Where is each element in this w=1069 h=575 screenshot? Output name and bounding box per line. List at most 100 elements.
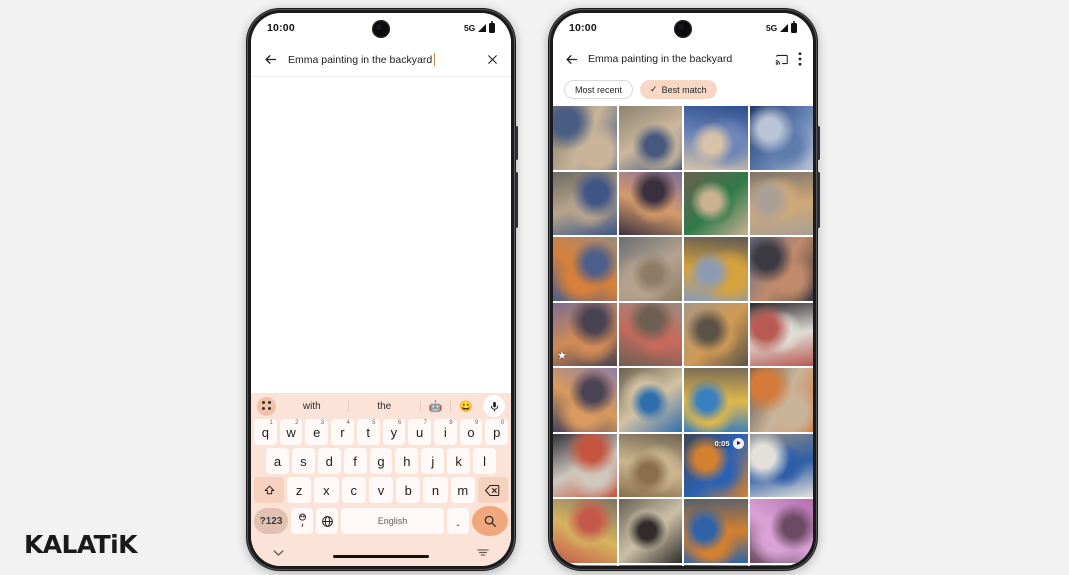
key-h[interactable]: h <box>395 448 419 474</box>
photo-grid-item[interactable] <box>749 433 813 497</box>
photo-grid-item[interactable] <box>618 564 682 566</box>
close-icon[interactable] <box>486 53 499 66</box>
suggestion-word-1[interactable]: with <box>276 400 349 412</box>
photo-thumbnail <box>749 499 813 563</box>
search-input-row[interactable]: Emma painting in the backyard <box>288 53 476 66</box>
keyboard-settings-icon[interactable] <box>477 544 489 562</box>
photo-grid-item[interactable] <box>553 564 617 566</box>
photo-grid-item[interactable] <box>749 106 813 170</box>
key-d[interactable]: d <box>317 448 341 474</box>
key-s[interactable]: s <box>291 448 315 474</box>
photo-grid-item[interactable] <box>553 499 617 563</box>
photo-grid-item[interactable] <box>684 237 748 301</box>
key-q[interactable]: q1 <box>254 419 277 445</box>
photo-grid-item[interactable] <box>749 171 813 235</box>
photo-grid-item[interactable] <box>618 302 682 366</box>
arrow-back-icon[interactable] <box>263 52 278 67</box>
filter-chip-best-match[interactable]: ✓ Best match <box>640 80 717 99</box>
chevron-down-icon[interactable] <box>273 544 284 562</box>
space-key[interactable]: English <box>341 508 444 534</box>
key-x[interactable]: x <box>314 477 339 503</box>
photo-grid-item[interactable] <box>749 302 813 366</box>
photo-grid-item[interactable] <box>684 106 748 170</box>
photo-grid-item[interactable] <box>618 171 682 235</box>
more-vert-icon[interactable] <box>798 52 802 66</box>
key-o[interactable]: o9 <box>459 419 483 445</box>
key-e[interactable]: e3 <box>305 419 329 445</box>
home-indicator[interactable] <box>333 555 429 558</box>
photo-grid-item[interactable] <box>618 106 682 170</box>
photo-grid-item[interactable] <box>684 368 748 432</box>
key-l[interactable]: l <box>473 448 497 474</box>
shift-up-icon[interactable] <box>254 477 284 503</box>
keyboard-row-4: ?123 English . <box>251 506 511 540</box>
photo-grid-item[interactable] <box>553 171 617 235</box>
key-f[interactable]: f <box>343 448 367 474</box>
suggestion-word-2[interactable]: the <box>349 400 421 412</box>
keyboard-row-3: zxcvbnm <box>251 477 511 506</box>
key-z[interactable]: z <box>287 477 312 503</box>
grid-apps-icon[interactable] <box>257 396 276 416</box>
photo-grid-item[interactable] <box>749 564 813 566</box>
power-button-right[interactable] <box>817 126 820 160</box>
photo-grid-item[interactable] <box>553 106 617 170</box>
key-y[interactable]: y6 <box>382 419 406 445</box>
globe-icon[interactable] <box>316 508 338 534</box>
filter-chip-most-recent[interactable]: Most recent <box>564 80 634 99</box>
text-caret <box>434 53 436 66</box>
key-number-hint: 2 <box>295 420 299 426</box>
key-w[interactable]: w2 <box>279 419 303 445</box>
power-button[interactable] <box>515 126 518 160</box>
suggestion-emoji-1[interactable]: 🤖 <box>421 399 451 413</box>
volume-button-right[interactable] <box>817 172 820 228</box>
photo-grid-item[interactable] <box>618 237 682 301</box>
photo-grid-item[interactable] <box>749 499 813 563</box>
key-m[interactable]: m <box>450 477 475 503</box>
photo-thumbnail <box>618 171 682 235</box>
photo-grid-item[interactable] <box>618 499 682 563</box>
key-n[interactable]: n <box>423 477 448 503</box>
photo-grid-item[interactable]: 0:05 <box>684 433 748 497</box>
volume-button[interactable] <box>515 172 518 228</box>
emoji-comma-icon[interactable] <box>291 508 313 534</box>
photo-grid-item[interactable] <box>618 433 682 497</box>
search-input-value: Emma painting in the backyard <box>288 53 433 66</box>
photo-grid-item[interactable] <box>553 433 617 497</box>
key-g[interactable]: g <box>369 448 393 474</box>
cast-icon[interactable] <box>775 53 789 66</box>
search-icon[interactable] <box>472 506 508 536</box>
key-t[interactable]: t5 <box>356 419 380 445</box>
photo-grid-item[interactable] <box>684 171 748 235</box>
photo-grid-item[interactable] <box>553 368 617 432</box>
photo-grid-item[interactable] <box>684 499 748 563</box>
suggestion-emoji-2[interactable]: 😀 <box>451 400 481 413</box>
key-v[interactable]: v <box>368 477 394 503</box>
backspace-icon[interactable] <box>477 477 508 503</box>
key-p[interactable]: p0 <box>485 419 509 445</box>
key-k[interactable]: k <box>447 448 471 474</box>
key-a[interactable]: a <box>266 448 289 474</box>
photo-grid-item[interactable] <box>618 368 682 432</box>
photo-grid-item[interactable] <box>684 564 748 566</box>
photo-grid-item[interactable] <box>684 302 748 366</box>
key-number-hint: 4 <box>346 420 350 426</box>
key-b[interactable]: b <box>396 477 421 503</box>
key-number-hint: 1 <box>269 420 273 426</box>
photo-thumbnail <box>749 302 813 366</box>
period-key[interactable]: . <box>447 508 469 534</box>
photo-grid-item[interactable] <box>749 237 813 301</box>
signal-bars-icon <box>478 24 486 32</box>
status-time-right: 10:00 <box>569 22 597 34</box>
photo-grid-item[interactable] <box>749 368 813 432</box>
key-c[interactable]: c <box>341 477 366 503</box>
symbols-key[interactable]: ?123 <box>254 508 288 534</box>
key-j[interactable]: j <box>421 448 445 474</box>
photo-grid-item[interactable]: ★ <box>553 302 617 366</box>
key-i[interactable]: i8 <box>433 419 457 445</box>
key-r[interactable]: r4 <box>331 419 354 445</box>
key-u[interactable]: u7 <box>408 419 431 445</box>
arrow-back-icon-right[interactable] <box>564 52 579 67</box>
microphone-icon[interactable] <box>483 395 505 417</box>
photo-grid-item[interactable] <box>553 237 617 301</box>
photo-thumbnail <box>553 564 617 566</box>
